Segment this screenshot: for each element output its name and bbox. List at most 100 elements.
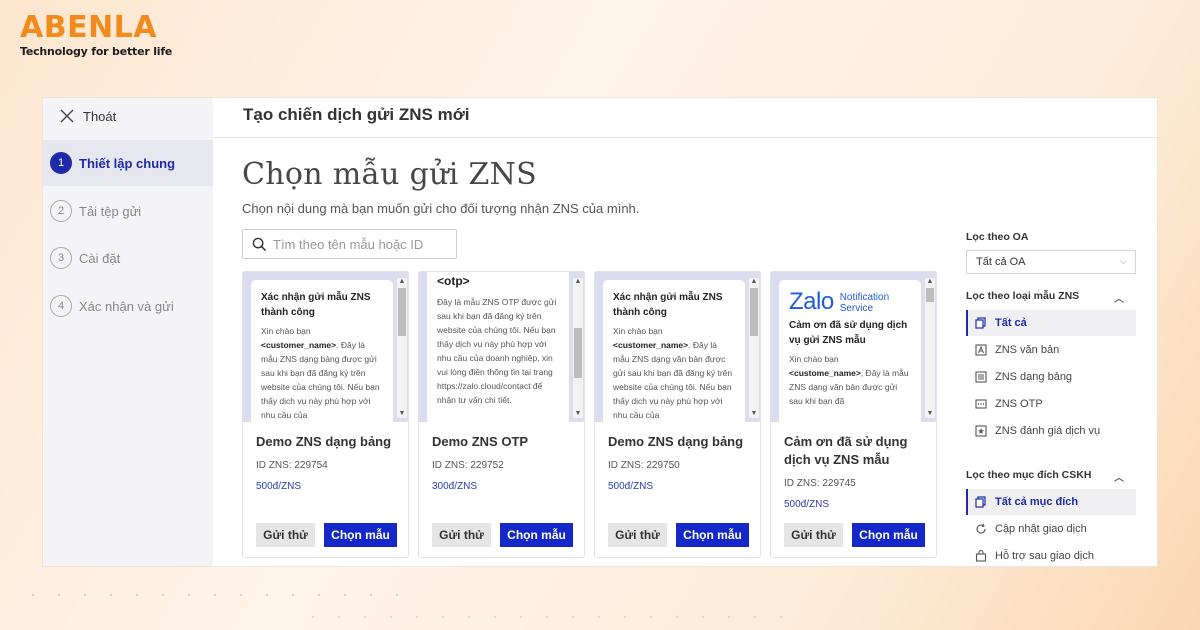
- choose-template-button[interactable]: Chọn mẫu: [500, 523, 573, 547]
- exit-label: Thoát: [83, 108, 117, 124]
- template-price: 500đ/ZNS: [608, 481, 654, 492]
- preview-scrollbar[interactable]: ▲ ▼: [749, 278, 759, 418]
- filter-type-label: Lọc theo loại mẫu ZNS: [966, 290, 1080, 302]
- scroll-thumb[interactable]: [926, 288, 934, 302]
- step-settings[interactable]: 3 Cài đặt: [43, 235, 213, 281]
- search-input[interactable]: [273, 236, 443, 252]
- scroll-down-arrow[interactable]: ▼: [749, 410, 759, 418]
- scroll-down-arrow[interactable]: ▼: [573, 410, 583, 418]
- template-id: ID ZNS: 229754: [256, 460, 328, 471]
- scroll-up-arrow[interactable]: ▲: [749, 278, 759, 286]
- filter-type-header[interactable]: Lọc theo loại mẫu ZNS ︿: [966, 290, 1136, 305]
- send-test-button[interactable]: Gửi thử: [608, 523, 667, 547]
- filter-type-rating[interactable]: ZNS đánh giá dịch vụ: [966, 418, 1136, 444]
- preview-variable: <customer_name>: [613, 340, 689, 350]
- scroll-up-arrow[interactable]: ▲: [925, 278, 935, 286]
- scroll-down-arrow[interactable]: ▼: [397, 410, 407, 418]
- oa-select[interactable]: Tất cả OA ⌵: [966, 250, 1136, 274]
- preview-scrollbar[interactable]: ▲ ▼: [925, 278, 935, 418]
- template-name: Demo ZNS dạng bảng: [608, 434, 744, 449]
- scroll-thumb[interactable]: [750, 288, 758, 336]
- decorative-dots: [300, 612, 800, 622]
- step-general-settings[interactable]: 1 Thiết lập chung: [43, 140, 213, 186]
- exit-button[interactable]: Thoát: [59, 106, 116, 126]
- filter-option-label: ZNS văn bản: [995, 344, 1060, 356]
- text-icon: [975, 344, 987, 356]
- step-number: 1: [50, 152, 72, 174]
- preview-message: <otp> Đây là mẫu ZNS OTP được gửi sau kh…: [427, 272, 569, 422]
- brand-tagline: Technology for better life: [20, 45, 173, 58]
- chevron-up-icon: ︿: [1114, 473, 1124, 484]
- refresh-icon: [976, 523, 986, 534]
- search-icon: [252, 237, 267, 251]
- header-title: Tạo chiến dịch gửi ZNS mới: [243, 105, 470, 124]
- step-label: Thiết lập chung: [79, 155, 176, 171]
- filter-type-text[interactable]: ZNS văn bản: [966, 337, 1136, 363]
- scroll-up-arrow[interactable]: ▲: [573, 278, 583, 286]
- zalo-logo-word: Zalo: [789, 288, 834, 315]
- preview-body: Xin chào bạn <customer_name>. Đây là mẫu…: [261, 324, 383, 422]
- step-upload-file[interactable]: 2 Tải tệp gửi: [43, 188, 213, 234]
- header-bar: Tạo chiến dịch gửi ZNS mới: [213, 98, 1157, 138]
- sidebar: Thoát 1 Thiết lập chung 2 Tải tệp gửi 3 …: [43, 98, 213, 566]
- choose-template-button[interactable]: Chọn mẫu: [324, 523, 397, 547]
- filter-type-all[interactable]: Tất cả: [966, 310, 1136, 336]
- scroll-thumb[interactable]: [574, 328, 582, 378]
- filter-purpose-header[interactable]: Lọc theo mục đích CSKH ︿: [966, 469, 1136, 484]
- search-box[interactable]: [242, 229, 457, 259]
- bag-icon: [975, 550, 987, 562]
- preview-greeting: Xin chào bạn: [789, 354, 839, 364]
- filter-purpose-label: Lọc theo mục đích CSKH: [966, 469, 1092, 481]
- scroll-thumb[interactable]: [398, 288, 406, 336]
- page-title: Chọn mẫu gửi ZNS: [242, 157, 537, 192]
- send-test-button[interactable]: Gửi thử: [256, 523, 315, 547]
- preview-scrollbar[interactable]: ▲ ▼: [397, 278, 407, 418]
- template-preview: Xác nhận gửi mẫu ZNS thành công Xin chào…: [595, 272, 760, 422]
- template-id: ID ZNS: 229752: [432, 460, 504, 471]
- template-card[interactable]: Xác nhận gửi mẫu ZNS thành công Xin chào…: [594, 271, 761, 558]
- template-card[interactable]: <otp> Đây là mẫu ZNS OTP được gửi sau kh…: [418, 271, 585, 558]
- send-test-button[interactable]: Gửi thử: [784, 523, 843, 547]
- filter-purpose-all[interactable]: Tất cả mục đích: [966, 489, 1136, 515]
- send-test-button[interactable]: Gửi thử: [432, 523, 491, 547]
- preview-scrollbar[interactable]: ▲ ▼: [573, 278, 583, 418]
- oa-select-value: Tất cả OA: [976, 256, 1026, 268]
- template-card[interactable]: Zalo Notification Service Cảm ơn đã sử dụ…: [770, 271, 937, 558]
- preview-greeting: Xin chào bạn: [261, 326, 311, 336]
- app-window: Thoát 1 Thiết lập chung 2 Tải tệp gửi 3 …: [43, 98, 1157, 566]
- choose-template-button[interactable]: Chọn mẫu: [676, 523, 749, 547]
- step-label: Tải tệp gửi: [79, 203, 142, 219]
- preview-title: Xác nhận gửi mẫu ZNS thành công: [261, 292, 371, 318]
- filter-type-table[interactable]: ZNS dạng bảng: [966, 364, 1136, 390]
- step-number: 4: [50, 295, 72, 317]
- zalo-logo-service: Notification Service: [839, 292, 890, 314]
- filter-option-label: ZNS dạng bảng: [995, 371, 1073, 383]
- chevron-up-icon: ︿: [1114, 294, 1124, 305]
- filter-type-otp[interactable]: ZNS OTP: [966, 391, 1136, 417]
- decorative-dots: [20, 590, 420, 600]
- preview-message: Zalo Notification Service Cảm ơn đã sử dụ…: [779, 280, 921, 422]
- choose-template-button[interactable]: Chọn mẫu: [852, 523, 925, 547]
- scroll-up-arrow[interactable]: ▲: [397, 278, 407, 286]
- template-card[interactable]: Xác nhận gửi mẫu ZNS thành công Xin chào…: [242, 271, 409, 558]
- otp-icon: [975, 399, 987, 409]
- preview-body: Đây là mẫu ZNS OTP được gửi sau khi bạn …: [437, 297, 557, 405]
- brand-logo: ABENLA Technology for better life: [20, 12, 173, 59]
- zalo-logo: Zalo Notification Service: [789, 288, 911, 315]
- step-confirm-send[interactable]: 4 Xác nhận và gửi: [43, 283, 213, 329]
- scroll-down-arrow[interactable]: ▼: [925, 410, 935, 418]
- step-label: Cài đặt: [79, 250, 121, 266]
- preview-body: Xin chào bạn <customer_name>. Đây là mẫu…: [613, 324, 735, 422]
- template-preview: <otp> Đây là mẫu ZNS OTP được gửi sau kh…: [419, 272, 584, 422]
- preview-message: Xác nhận gửi mẫu ZNS thành công Xin chào…: [251, 280, 393, 422]
- template-id: ID ZNS: 229745: [784, 478, 856, 489]
- filter-purpose-after-sales[interactable]: Hỗ trợ sau giao dịch: [966, 543, 1136, 566]
- template-name: Demo ZNS OTP: [432, 434, 529, 449]
- step-number: 2: [50, 200, 72, 222]
- filter-option-label: Hỗ trợ sau giao dịch: [995, 550, 1094, 562]
- filter-purpose-transaction-update[interactable]: Cập nhật giao dịch: [966, 516, 1136, 542]
- close-icon: [60, 109, 74, 123]
- filter-option-label: ZNS OTP: [995, 398, 1043, 410]
- template-price: 300đ/ZNS: [432, 481, 478, 492]
- template-id: ID ZNS: 229750: [608, 460, 680, 471]
